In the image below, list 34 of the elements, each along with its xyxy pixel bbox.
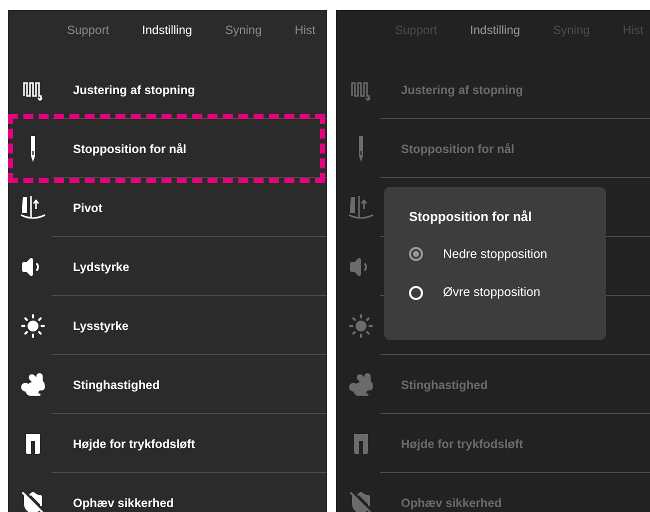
setting-label[interactable]: Lysstyrke xyxy=(73,316,129,334)
sun-icon xyxy=(348,312,374,338)
dialog-title: Stopposition for nål xyxy=(409,208,533,226)
sun-icon xyxy=(20,312,46,338)
tab[interactable]: Indstilling xyxy=(470,21,520,39)
setting-label[interactable]: Stopposition for nål xyxy=(73,140,186,158)
tab[interactable]: Indstilling xyxy=(142,21,192,39)
setting-label[interactable]: Ophæv sikkerhed xyxy=(401,494,502,512)
presser-foot-pivot-icon xyxy=(20,194,46,220)
setting-label[interactable]: Stinghastighed xyxy=(73,376,160,394)
option-label: Øvre stopposition xyxy=(443,284,540,302)
setting-label[interactable]: Højde for trykfodsløft xyxy=(401,434,523,452)
radio-button[interactable] xyxy=(409,246,423,261)
needle-icon xyxy=(356,136,366,162)
setting-label[interactable]: Justering af stopning xyxy=(401,80,524,98)
setting-label[interactable]: Pivot xyxy=(73,198,102,216)
setting-label[interactable]: Højde for trykfodsløft xyxy=(73,434,195,452)
setting-label[interactable]: Stopposition for nål xyxy=(401,140,514,158)
radio-option[interactable]: Øvre stopposition xyxy=(409,283,581,302)
setting-label[interactable]: Justering af stopning xyxy=(73,80,196,98)
shield-off-icon xyxy=(21,490,45,512)
tab[interactable]: Support xyxy=(67,21,110,39)
setting-label[interactable]: Lydstyrke xyxy=(73,258,130,276)
presser-foot-icon xyxy=(25,434,41,454)
needle-icon xyxy=(28,136,38,162)
option-label: Nedre stopposition xyxy=(443,246,548,263)
shield-off-icon xyxy=(349,490,373,512)
presser-foot-icon xyxy=(353,434,369,454)
radio-option[interactable]: Nedre stopposition xyxy=(409,244,581,264)
setting-label[interactable]: Stinghastighed xyxy=(401,376,488,394)
presser-foot-pivot-icon xyxy=(348,194,374,220)
setting-label[interactable]: Ophæv sikkerhed xyxy=(73,494,174,512)
tab[interactable]: Syning xyxy=(225,21,262,39)
tab[interactable]: Hist xyxy=(294,21,316,39)
